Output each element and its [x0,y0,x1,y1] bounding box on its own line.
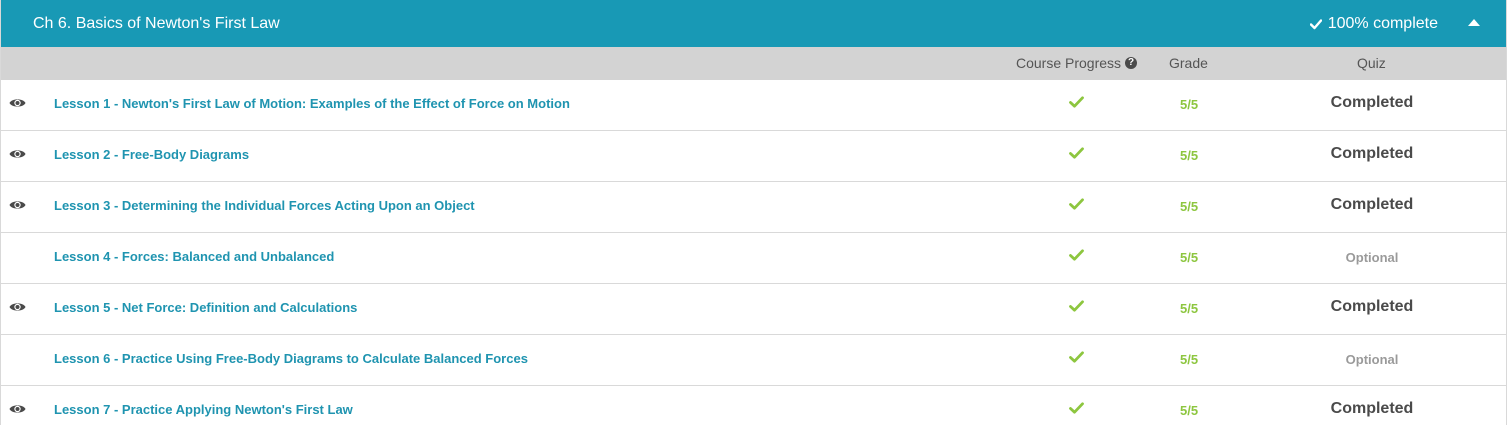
completion-text: 100% complete [1327,14,1438,32]
lesson-grade: 5/5 [1180,97,1199,112]
lesson-grade: 5/5 [1180,403,1199,418]
lesson-link[interactable]: Lesson 5 - Net Force: Definition and Cal… [54,300,357,315]
check-icon [1069,351,1084,363]
quiz-status[interactable]: Completed [1272,400,1472,418]
lesson-grade: 5/5 [1180,301,1199,316]
lesson-link[interactable]: Lesson 2 - Free-Body Diagrams [54,147,249,162]
lesson-row-3: Lesson 3 - Determining the Individual Fo… [1,182,1506,233]
column-header-progress-label: Course Progress [1016,55,1122,71]
check-icon [1309,18,1322,29]
lesson-row-2: Lesson 2 - Free-Body Diagrams 5/5 Comple… [1,131,1506,182]
column-header-grade: Grade [1169,55,1208,71]
check-icon [1069,198,1084,210]
eye-icon[interactable] [9,403,26,415]
chapter-status: 100% complete [1309,14,1480,33]
eye-icon[interactable] [9,199,26,211]
lesson-link[interactable]: Lesson 6 - Practice Using Free-Body Diag… [54,351,528,366]
quiz-status: Optional [1345,250,1399,265]
column-header-bar: Course Progress ? Grade Quiz [1,47,1506,80]
lesson-row-4: Lesson 4 - Forces: Balanced and Unbalanc… [1,233,1506,284]
check-icon [1069,300,1084,312]
chapter-panel: Ch 6. Basics of Newton's First Law 100% … [0,0,1507,425]
column-header-quiz: Quiz [1357,55,1386,71]
quiz-status[interactable]: Completed [1272,298,1472,316]
completion-status: 100% complete [1309,14,1438,33]
lesson-grade: 5/5 [1180,148,1199,163]
help-icon[interactable]: ? [1125,57,1138,69]
lesson-link[interactable]: Lesson 7 - Practice Applying Newton's Fi… [54,402,353,417]
check-icon [1069,147,1084,159]
lesson-grade: 5/5 [1180,352,1199,367]
chevron-up-icon[interactable] [1468,19,1480,26]
lesson-row-1: Lesson 1 - Newton's First Law of Motion:… [1,80,1506,131]
eye-icon[interactable] [9,301,26,313]
lesson-row-5: Lesson 5 - Net Force: Definition and Cal… [1,284,1506,335]
eye-icon[interactable] [9,148,26,160]
check-icon [1069,249,1084,261]
column-header-progress: Course Progress ? [1016,55,1138,71]
check-icon [1069,402,1084,414]
quiz-status[interactable]: Completed [1272,94,1472,112]
lesson-row-7: Lesson 7 - Practice Applying Newton's Fi… [1,386,1506,425]
quiz-status[interactable]: Completed [1272,145,1472,163]
lesson-grade: 5/5 [1180,250,1199,265]
chapter-header[interactable]: Ch 6. Basics of Newton's First Law 100% … [1,0,1506,47]
quiz-status[interactable]: Completed [1272,196,1472,214]
lesson-grade: 5/5 [1180,199,1199,214]
chapter-title: Ch 6. Basics of Newton's First Law [33,14,280,32]
lesson-link[interactable]: Lesson 3 - Determining the Individual Fo… [54,198,475,213]
lesson-link[interactable]: Lesson 1 - Newton's First Law of Motion:… [54,96,570,111]
lesson-list: Lesson 1 - Newton's First Law of Motion:… [1,80,1506,425]
lesson-link[interactable]: Lesson 4 - Forces: Balanced and Unbalanc… [54,249,334,264]
eye-icon[interactable] [9,97,26,109]
check-icon [1069,96,1084,108]
lesson-row-6: Lesson 6 - Practice Using Free-Body Diag… [1,335,1506,386]
quiz-status: Optional [1345,352,1399,367]
